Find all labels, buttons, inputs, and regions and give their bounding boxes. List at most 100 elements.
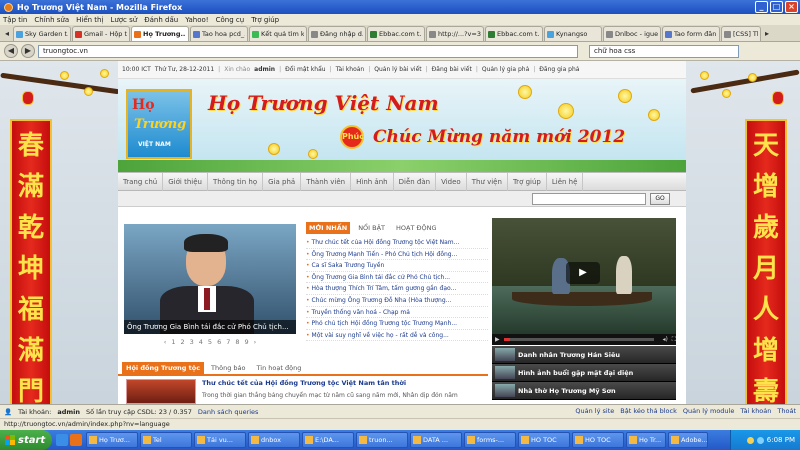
- site-search-input[interactable]: [532, 193, 646, 205]
- taskbar-button[interactable]: Adobe...: [668, 432, 708, 448]
- manage-site-link[interactable]: Quản lý site: [575, 407, 614, 415]
- news-item[interactable]: Ca sĩ Saka Trương Tuyền: [306, 260, 488, 272]
- news-item[interactable]: Hòa thượng Thích Trí Tâm, tấm gương gắn …: [306, 283, 488, 295]
- taskbar-button[interactable]: DATA ...: [410, 432, 462, 448]
- menu-view[interactable]: Hiển thị: [76, 16, 103, 24]
- post-article-link[interactable]: Đăng bài viết: [432, 66, 472, 73]
- video-play-icon[interactable]: ▶: [495, 336, 500, 343]
- menu-help[interactable]: Trợ giúp: [251, 16, 279, 24]
- account-link[interactable]: Tài khoản: [336, 66, 365, 73]
- browser-tab[interactable]: Đăng nhập d...: [308, 26, 366, 41]
- pager-page[interactable]: 6: [217, 338, 221, 346]
- news-item[interactable]: Một vài suy nghĩ về việc họ - rất dễ và …: [306, 330, 488, 342]
- tab-scroll-left-icon[interactable]: ◂: [2, 26, 12, 41]
- tab-latest[interactable]: MỚI NHẤN: [306, 222, 351, 234]
- tray-icon[interactable]: [746, 436, 754, 444]
- council-article-photo[interactable]: [126, 379, 196, 404]
- nav-help[interactable]: Trợ giúp: [508, 172, 547, 191]
- admin-account-link[interactable]: Tài khoản: [740, 407, 771, 415]
- browser-tab[interactable]: Ebbac.com t...: [367, 26, 425, 41]
- nav-video[interactable]: Video: [436, 172, 467, 191]
- news-item[interactable]: Ông Trương Mạnh Tiến - Phó Chủ tịch Hội …: [306, 249, 488, 261]
- browser-tab[interactable]: Gmail - Hộp t...: [72, 26, 130, 41]
- tray-icon[interactable]: [756, 436, 764, 444]
- minimize-button[interactable]: _: [755, 1, 768, 13]
- manage-posts-link[interactable]: Quản lý bài viết: [374, 66, 421, 73]
- browser-tab[interactable]: [CSS] Thay: [721, 26, 761, 41]
- address-bar[interactable]: truongtoc.vn: [38, 44, 578, 58]
- browser-tab[interactable]: Dnlboc - igue...: [603, 26, 661, 41]
- nav-home[interactable]: Trang chủ: [118, 172, 164, 191]
- video-list-item[interactable]: Danh nhân Trương Hán Siêu: [492, 346, 676, 364]
- news-item[interactable]: Phó chủ tịch Hội đồng Trương tộc Trương …: [306, 318, 488, 330]
- pager-page[interactable]: 1: [171, 338, 175, 346]
- taskbar-button[interactable]: Họ Tr...: [626, 432, 666, 448]
- menu-file[interactable]: Tập tin: [3, 16, 27, 24]
- taskbar-button[interactable]: HO TOC: [518, 432, 570, 448]
- menu-edit[interactable]: Chỉnh sửa: [34, 16, 69, 24]
- news-item[interactable]: Truyền thống văn hoá - Chạp mả: [306, 307, 488, 319]
- taskbar-button[interactable]: truon...: [356, 432, 408, 448]
- nav-about[interactable]: Giới thiệu: [163, 172, 208, 191]
- manage-module-link[interactable]: Quản lý module: [683, 407, 734, 415]
- site-logo[interactable]: Họ Trương VIỆT NAM: [126, 89, 192, 159]
- browser-tab[interactable]: Ebbac.com t...: [485, 26, 543, 41]
- maximize-button[interactable]: □: [770, 1, 783, 13]
- site-search-go-button[interactable]: GO: [650, 193, 670, 205]
- tab-council[interactable]: Hội đồng Trương tộc: [122, 362, 205, 374]
- post-genealogy-link[interactable]: Đăng gia phả: [539, 66, 579, 73]
- menu-bookmarks[interactable]: Đánh dấu: [144, 16, 178, 24]
- taskbar-button[interactable]: E:\DA...: [302, 432, 354, 448]
- volume-icon[interactable]: ◂): [662, 336, 667, 343]
- nav-forum[interactable]: Diễn đàn: [394, 172, 437, 191]
- pager-next[interactable]: ›: [254, 338, 257, 346]
- nav-library[interactable]: Thư viện: [467, 172, 508, 191]
- video-player[interactable]: ▶: [492, 218, 676, 334]
- pager-page[interactable]: 8: [235, 338, 239, 346]
- logout-link[interactable]: Thoát: [777, 407, 796, 415]
- browser-tab[interactable]: Tao form đăn...: [662, 26, 720, 41]
- news-item[interactable]: Chúc mừng Ông Trương Đỗ Nha (Hòa thượng.…: [306, 295, 488, 307]
- taskbar-button[interactable]: Tải vu...: [194, 432, 246, 448]
- drag-drop-block-link[interactable]: Bật kéo thả block: [620, 407, 677, 415]
- news-item[interactable]: Ông Trương Gia Bình tái đắc cử Phó Chủ t…: [306, 272, 488, 284]
- change-password-link[interactable]: Đổi mật khẩu: [285, 66, 325, 73]
- pager-prev[interactable]: ‹: [164, 338, 167, 346]
- browser-tab[interactable]: Tao hoa pcd_...: [190, 26, 248, 41]
- menu-yahoo[interactable]: Yahoo!: [185, 16, 208, 24]
- council-headline[interactable]: Thư chúc tết của Hội đồng Trương tộc Việ…: [202, 379, 406, 387]
- video-progress-bar[interactable]: [503, 338, 655, 341]
- pager-page[interactable]: 4: [199, 338, 203, 346]
- taskbar-button[interactable]: HO TOC: [572, 432, 624, 448]
- tab-announcements[interactable]: Thông báo: [207, 362, 249, 374]
- pager-page[interactable]: 9: [244, 338, 248, 346]
- browser-tab[interactable]: Sky Garden t...: [13, 26, 71, 41]
- clock[interactable]: 6:08 PM: [767, 436, 795, 444]
- username-link[interactable]: admin: [254, 66, 275, 73]
- featured-caption[interactable]: Ông Trương Gia Bình tái đắc cử Phó Chủ t…: [124, 320, 296, 334]
- video-list-item[interactable]: Nhà thờ Họ Trương Mỹ Sơn: [492, 382, 676, 400]
- admin-account-user[interactable]: admin: [57, 408, 80, 416]
- pager-page[interactable]: 2: [181, 338, 185, 346]
- manage-genealogy-link[interactable]: Quản lý gia phả: [482, 66, 529, 73]
- tab-scroll-right-icon[interactable]: ▸: [762, 26, 772, 41]
- browser-tab[interactable]: Kynangso: [544, 26, 602, 41]
- forward-icon[interactable]: ▶: [21, 44, 35, 58]
- tab-activity-news[interactable]: Tin hoạt động: [253, 362, 306, 374]
- ie-icon[interactable]: [56, 434, 68, 446]
- nav-clan-info[interactable]: Thông tin họ: [208, 172, 264, 191]
- search-input[interactable]: chữ hoa css: [589, 44, 739, 58]
- tab-featured[interactable]: NỔI BẬT: [355, 222, 388, 234]
- video-list-item[interactable]: Hình ảnh buổi gặp mặt đại diện: [492, 364, 676, 382]
- pager-page[interactable]: 7: [226, 338, 230, 346]
- start-button[interactable]: start: [0, 430, 52, 450]
- taskbar-button[interactable]: Tel: [140, 432, 192, 448]
- back-icon[interactable]: ◀: [4, 44, 18, 58]
- nav-contact[interactable]: Liên hệ: [547, 172, 584, 191]
- play-icon[interactable]: ▶: [566, 262, 600, 284]
- pager-page[interactable]: 5: [208, 338, 212, 346]
- taskbar-button[interactable]: forms-...: [464, 432, 516, 448]
- nav-genealogy[interactable]: Gia phả: [263, 172, 302, 191]
- news-item[interactable]: Thư chúc tết của Hội đồng Trương tộc Việ…: [306, 237, 488, 249]
- queries-link[interactable]: Danh sách queries: [198, 408, 259, 416]
